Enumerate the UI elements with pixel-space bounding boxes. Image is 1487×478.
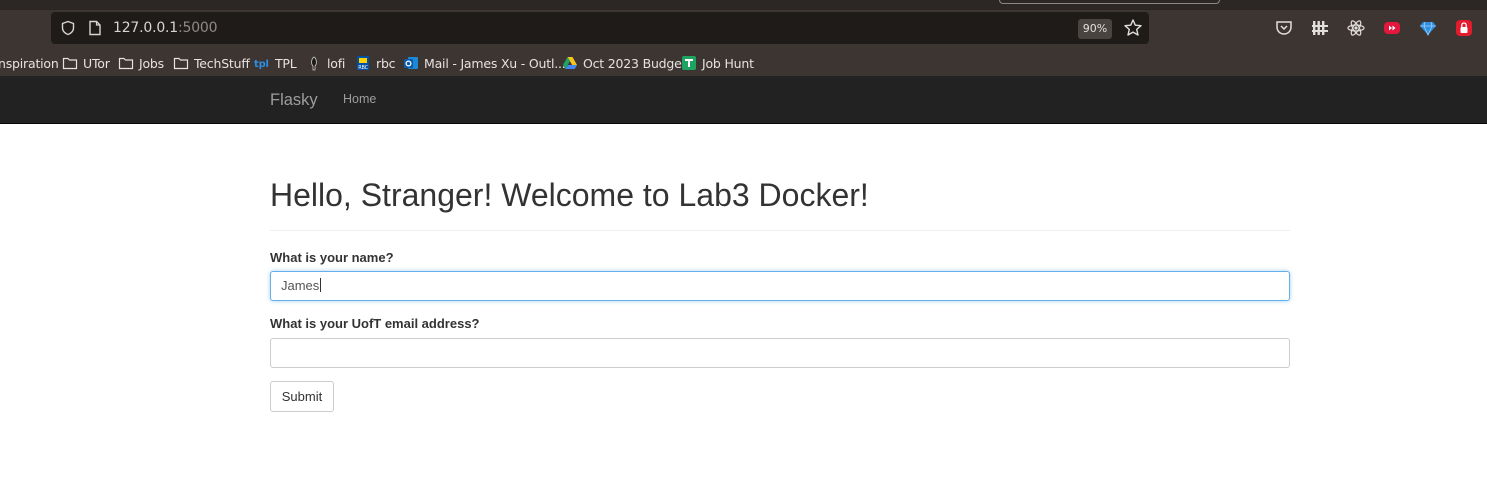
url-host: 127.0.0.1: [113, 20, 178, 36]
bookmark-jobs[interactable]: Jobs: [118, 54, 164, 72]
bookmark-label: rbc: [376, 55, 396, 71]
page-header: Hello, Stranger! Welcome to Lab3 Docker!: [270, 177, 1290, 231]
navbar-brand[interactable]: Flasky: [270, 91, 318, 110]
tab-strip: [0, 0, 1487, 10]
email-field-label: What is your UofT email address?: [270, 316, 480, 331]
bookmark-rbc[interactable]: RBC rbc: [355, 54, 396, 72]
bookmark-job-hunt[interactable]: Job Hunt: [681, 54, 754, 72]
bookmark-label: TPL: [275, 55, 297, 71]
folder-icon: [118, 57, 134, 70]
name-input[interactable]: James: [270, 271, 1290, 301]
lofi-icon: [311, 56, 317, 71]
submit-button[interactable]: Submit: [270, 381, 334, 412]
url-port: :5000: [178, 20, 218, 36]
bookmark-utor[interactable]: UTor: [62, 54, 110, 72]
extension-gem-icon[interactable]: [1418, 18, 1438, 38]
nav-link-home[interactable]: Home: [343, 92, 376, 106]
pocket-icon[interactable]: [1274, 18, 1294, 38]
rbc-logo-icon: RBC: [357, 56, 369, 71]
tracking-protection-shield-icon[interactable]: [60, 20, 76, 36]
zoom-level-badge[interactable]: 90%: [1078, 19, 1112, 39]
tpl-logo-icon: tpl: [254, 59, 269, 70]
extension-red-icon[interactable]: [1382, 18, 1402, 38]
outlook-icon: [404, 57, 418, 69]
bookmark-label: Jobs: [139, 55, 164, 71]
browser-tab[interactable]: [999, 0, 1220, 4]
google-drive-icon: [563, 57, 577, 69]
google-sheets-icon: [682, 56, 696, 70]
site-navbar: Flasky Home: [0, 76, 1487, 124]
svg-text:RBC: RBC: [358, 65, 368, 71]
bookmark-label: Oct 2023 Budget: [583, 55, 687, 71]
bookmark-oct-2023-budget[interactable]: Oct 2023 Budget: [562, 54, 687, 72]
page-info-icon[interactable]: [88, 20, 102, 36]
react-devtools-icon[interactable]: [1346, 18, 1366, 38]
bookmark-mail-outlook[interactable]: Mail - James Xu - Outl...: [403, 54, 566, 72]
bookmark-label: Mail - James Xu - Outl...: [424, 55, 566, 71]
url-text[interactable]: 127.0.0.1:5000: [113, 20, 218, 36]
bookmark-techstuff[interactable]: TechStuff: [173, 54, 250, 72]
name-input-value: James: [281, 278, 320, 293]
address-bar[interactable]: 127.0.0.1:5000 90%: [51, 12, 1149, 44]
bookmark-label: TechStuff: [194, 55, 250, 71]
bookmarks-toolbar: nspiration UTor Jobs TechStuff tpl TPL l…: [0, 50, 1487, 74]
bookmark-label: UTor: [83, 55, 110, 71]
browser-chrome: 127.0.0.1:5000 90% nspiration UTor Jobs …: [0, 0, 1487, 76]
folder-icon: [62, 57, 78, 70]
bookmark-tpl[interactable]: tpl TPL: [254, 54, 297, 72]
page-title: Hello, Stranger! Welcome to Lab3 Docker!: [270, 177, 869, 213]
folder-icon: [173, 57, 189, 70]
name-field-label: What is your name?: [270, 250, 394, 265]
svg-text:tpl: tpl: [254, 59, 269, 70]
email-input[interactable]: [270, 338, 1290, 368]
bookmark-star-icon[interactable]: [1123, 18, 1143, 38]
bookmark-label: nspiration: [0, 55, 59, 71]
bookmark-inspiration[interactable]: nspiration: [0, 54, 59, 72]
text-caret: [320, 278, 322, 292]
bookmark-label: Job Hunt: [702, 55, 754, 71]
bookmark-label: lofi: [327, 55, 346, 71]
library-icon[interactable]: [1310, 18, 1330, 38]
extension-lock-icon[interactable]: [1454, 18, 1474, 38]
bookmark-lofi[interactable]: lofi: [306, 54, 345, 72]
